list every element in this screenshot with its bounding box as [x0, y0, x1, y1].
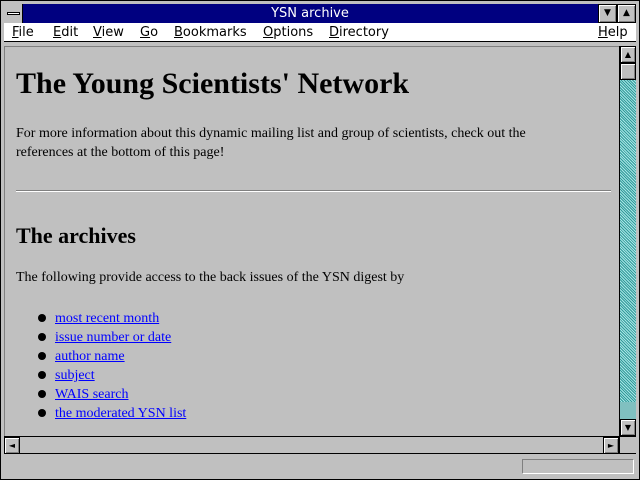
list-item: subject	[35, 366, 186, 385]
window-title: YSN archive	[271, 6, 349, 21]
link-most-recent-month[interactable]: most recent month	[55, 311, 159, 326]
scroll-track[interactable]	[620, 80, 636, 402]
link-moderated-ysn-list[interactable]: the moderated YSN list	[55, 406, 186, 421]
archives-intro: The following provide access to the back…	[16, 270, 405, 285]
down-triangle-icon: ▼	[604, 8, 611, 18]
menu-edit[interactable]: Edit	[53, 23, 78, 42]
status-text	[8, 459, 518, 474]
vertical-scrollbar[interactable]: ▲ ▼	[619, 46, 636, 436]
bullet-icon	[38, 390, 46, 398]
status-bar	[4, 453, 636, 478]
minimize-button[interactable]: ▼	[598, 4, 617, 23]
scroll-right-button[interactable]: ►	[603, 437, 619, 454]
horizontal-scrollbar[interactable]: ◄ ►	[4, 436, 619, 454]
menu-view[interactable]: View	[93, 23, 124, 42]
scroll-down-button[interactable]: ▼	[620, 419, 636, 436]
menu-help[interactable]: Help	[598, 23, 628, 42]
link-wais-search[interactable]: WAIS search	[55, 387, 128, 402]
link-author-name[interactable]: author name	[55, 349, 125, 364]
title-bar[interactable]: YSN archive ▼ ▲	[4, 4, 636, 23]
list-item: issue number or date	[35, 328, 186, 347]
intro-paragraph: For more information about this dynamic …	[16, 126, 526, 160]
bullet-icon	[38, 314, 46, 322]
up-triangle-icon: ▲	[623, 8, 630, 18]
horizontal-rule	[16, 190, 611, 192]
down-arrow-icon: ▼	[624, 423, 632, 432]
right-arrow-icon: ►	[607, 441, 615, 450]
menu-file[interactable]: File	[12, 23, 34, 42]
list-item: WAIS search	[35, 385, 186, 404]
system-menu-icon	[7, 12, 20, 15]
menu-directory[interactable]: Directory	[329, 23, 389, 42]
maximize-button[interactable]: ▲	[617, 4, 636, 23]
browser-window: YSN archive ▼ ▲ File Edit View Go Bookma…	[0, 0, 640, 480]
page-title: The Young Scientists' Network	[16, 67, 410, 100]
link-issue-number-or-date[interactable]: issue number or date	[55, 330, 171, 345]
bullet-icon	[38, 352, 46, 360]
bullet-icon	[38, 371, 46, 379]
up-arrow-icon: ▲	[624, 50, 632, 59]
bullet-icon	[38, 333, 46, 341]
menu-bookmarks[interactable]: Bookmarks	[174, 23, 247, 42]
system-menu-button[interactable]	[4, 4, 23, 23]
archives-heading: The archives	[16, 223, 136, 248]
left-arrow-icon: ◄	[8, 441, 16, 450]
list-item: author name	[35, 347, 186, 366]
menu-bar: File Edit View Go Bookmarks Options Dire…	[4, 23, 636, 42]
list-item: most recent month	[35, 309, 186, 328]
list-item: the moderated YSN list	[35, 404, 186, 423]
menu-go[interactable]: Go	[140, 23, 158, 42]
scroll-up-button[interactable]: ▲	[620, 46, 636, 63]
menu-options[interactable]: Options	[263, 23, 313, 42]
archive-link-list: most recent month issue number or date a…	[35, 309, 186, 423]
bullet-icon	[38, 409, 46, 417]
progress-indicator	[522, 459, 634, 474]
link-subject[interactable]: subject	[55, 368, 95, 383]
scrollbar-corner	[619, 436, 636, 453]
scroll-thumb[interactable]	[620, 63, 636, 80]
scroll-left-button[interactable]: ◄	[4, 437, 20, 454]
document-viewport[interactable]: The Young Scientists' Network For more i…	[4, 46, 619, 436]
